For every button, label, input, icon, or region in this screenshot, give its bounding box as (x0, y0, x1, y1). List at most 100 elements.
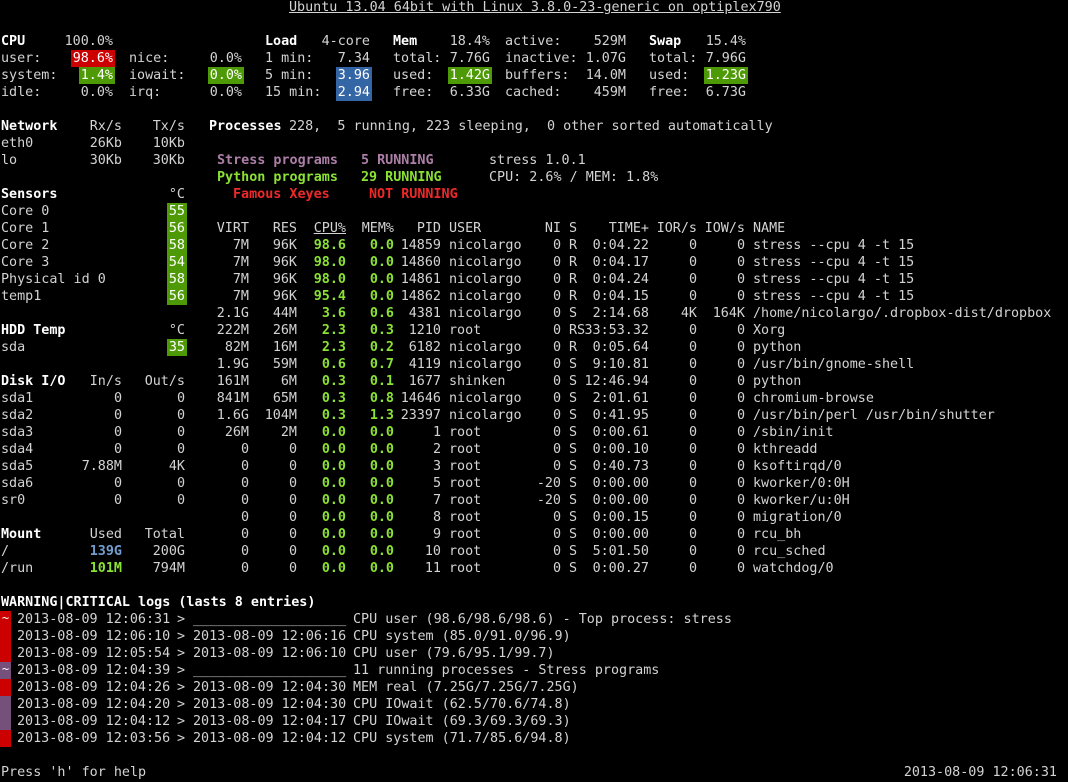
process-cell-time: 2:14.68 (592, 306, 649, 321)
process-cell-mem: 0.0 (369, 544, 394, 559)
disk-in: 0 (113, 442, 122, 457)
process-cell-cpu: 98.0 (313, 255, 346, 270)
disk-in: 0 (113, 391, 122, 406)
mem-active-value: 529M (593, 34, 626, 49)
load-15min-value: 2.94 (335, 84, 372, 101)
process-cell-status: S (569, 374, 578, 389)
process-cell-name: migration/0 (753, 510, 842, 525)
process-cell-iow: 0 (736, 510, 745, 525)
log-start-time: 2013-08-09 12:04:12 (17, 714, 171, 729)
sensor-name: Core 0 (1, 204, 50, 219)
process-cell-status: RS (569, 323, 586, 338)
network-rx-header: Rx/s (89, 119, 122, 134)
process-cell-virt: 7M (232, 289, 249, 304)
log-start-time: 2013-08-09 12:06:31 (17, 612, 171, 627)
sensors-unit: °C (168, 187, 185, 202)
log-description: CPU system (85.0/91.0/96.9) (353, 629, 571, 644)
process-cell-user: root (449, 459, 482, 474)
log-description: CPU user (79.6/95.1/99.7) (353, 646, 555, 661)
process-cell-virt: 7M (232, 272, 249, 287)
log-start-time: 2013-08-09 12:06:10 (17, 629, 171, 644)
disk-name: sr0 (1, 493, 26, 508)
process-cell-iow: 0 (736, 493, 745, 508)
cpu-iowait-value: 0.0% (207, 67, 244, 84)
diskio-in-header: In/s (89, 374, 122, 389)
process-cell-virt: 0 (240, 510, 249, 525)
log-start-time: 2013-08-09 12:05:54 (17, 646, 171, 661)
load-1min-label: 1 min: (265, 51, 314, 66)
process-cell-status: S (569, 306, 578, 321)
disk-name: sda4 (1, 442, 34, 457)
disk-out: 0 (176, 442, 185, 457)
process-cell-user: nicolargo (449, 272, 522, 287)
process-cell-status: R (569, 272, 578, 287)
process-cell-status: S (569, 527, 578, 542)
process-cell-pid: 5 (432, 476, 441, 491)
network-label: Network (1, 119, 58, 134)
cpu-nice-value: 0.0% (209, 51, 242, 66)
process-cell-cpu: 95.4 (313, 289, 346, 304)
log-level-marker (0, 713, 11, 730)
process-cell-virt: 0 (240, 493, 249, 508)
sensors-label: Sensors (1, 187, 58, 202)
process-cell-user: nicolargo (449, 408, 522, 423)
process-cell-mem: 0.2 (369, 340, 394, 355)
process-cell-pid: 14859 (400, 238, 441, 253)
process-cell-user: root (449, 544, 482, 559)
process-cell-cpu: 3.6 (321, 306, 346, 321)
cpu-iowait-label: iowait: (129, 68, 186, 83)
process-cell-ni: 0 (552, 272, 561, 287)
process-cell-name: rcu_bh (753, 527, 802, 542)
processes-summary: 228, 5 running, 223 sleeping, 0 other so… (289, 119, 773, 134)
sensor-name: Core 1 (1, 221, 50, 236)
mount-total: 200G (152, 544, 185, 559)
process-cell-ni: 0 (552, 561, 561, 576)
mem-active-label: active: (505, 34, 562, 49)
process-cell-status: S (569, 476, 578, 491)
mem-used-value: 1.42G (447, 67, 492, 84)
process-cell-ni: 0 (552, 323, 561, 338)
process-cell-mem: 0.8 (369, 391, 394, 406)
log-separator: > (177, 612, 186, 627)
process-cell-pid: 6182 (408, 340, 441, 355)
process-cell-ni: 0 (552, 238, 561, 253)
process-cell-ni: 0 (552, 374, 561, 389)
process-cell-time: 0:04.24 (592, 272, 649, 287)
log-start-time: 2013-08-09 12:04:39 (17, 663, 171, 678)
process-cell-pid: 14860 (400, 255, 441, 270)
header-ni: NI (544, 221, 561, 236)
log-ongoing-glyph: ~ (1, 611, 10, 625)
disk-out: 0 (176, 425, 185, 440)
sensor-name: Core 3 (1, 255, 50, 270)
process-cell-name: stress --cpu 4 -t 15 (753, 255, 915, 270)
mem-cached-label: cached: (505, 85, 562, 100)
hddtemp-name: sda (1, 340, 26, 355)
process-cell-ior: 0 (688, 340, 697, 355)
process-cell-res: 0 (288, 459, 297, 474)
process-cell-iow: 0 (736, 323, 745, 338)
process-cell-user: nicolargo (449, 306, 522, 321)
process-cell-iow: 0 (736, 357, 745, 372)
footer-clock: 2013-08-09 12:06:31 (903, 765, 1057, 780)
process-cell-res: 96K (272, 272, 297, 287)
mem-buffers-label: buffers: (505, 68, 570, 83)
process-cell-status: R (569, 340, 578, 355)
monitor-item-status: 29 RUNNING (361, 170, 442, 185)
process-cell-cpu: 0.0 (321, 510, 346, 525)
log-separator: > (177, 646, 186, 661)
log-description: CPU system (71.7/85.6/94.8) (353, 731, 571, 746)
log-level-marker (0, 645, 11, 662)
process-cell-iow: 0 (736, 272, 745, 287)
process-cell-user: root (449, 561, 482, 576)
mount-total: 794M (152, 561, 185, 576)
process-cell-mem: 0.1 (369, 374, 394, 389)
mem-buffers-value: 14.0M (585, 68, 626, 83)
process-cell-ni: 0 (552, 391, 561, 406)
process-cell-ni: 0 (552, 544, 561, 559)
process-cell-ior: 0 (688, 544, 697, 559)
log-end-time: 2013-08-09 12:04:30 (193, 680, 347, 695)
disk-out: 4K (168, 459, 185, 474)
log-start-time: 2013-08-09 12:04:20 (17, 697, 171, 712)
process-cell-cpu: 0.3 (321, 391, 346, 406)
swap-free-value: 6.73G (705, 85, 746, 100)
